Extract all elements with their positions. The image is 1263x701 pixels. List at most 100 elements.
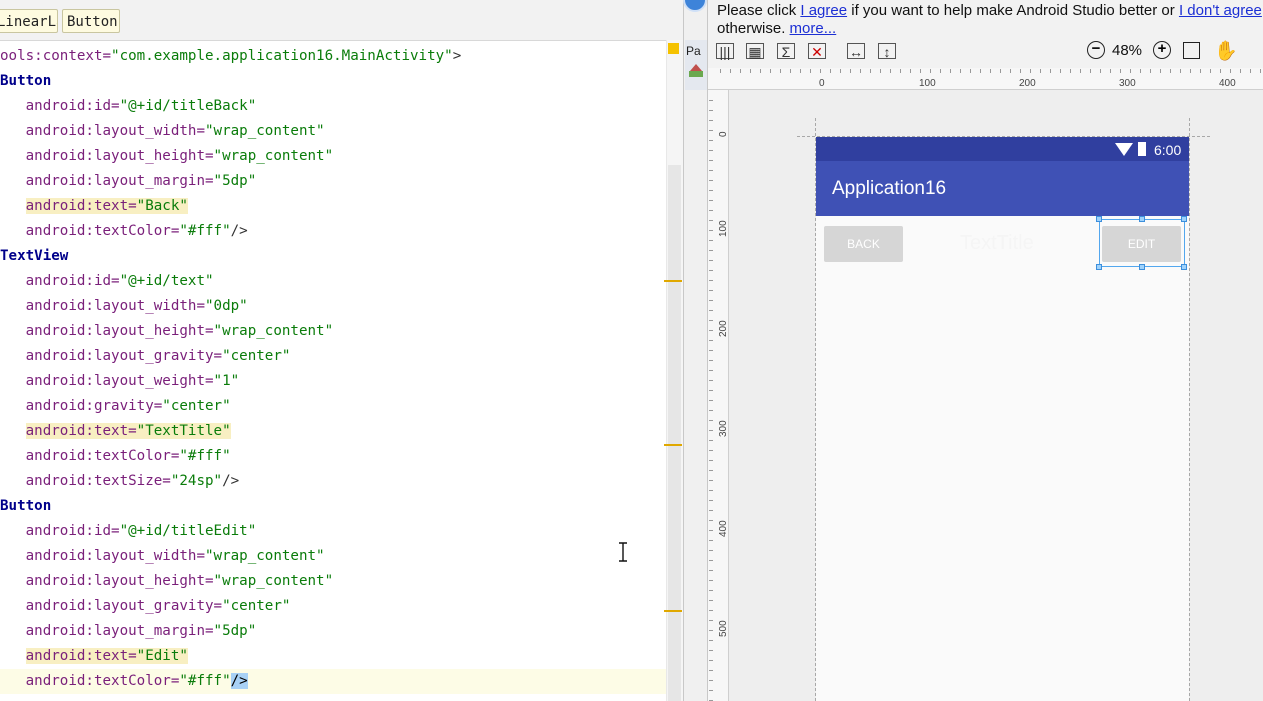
code-token: Button bbox=[0, 73, 52, 89]
ruler-tick bbox=[730, 69, 731, 73]
code-line[interactable]: ools:context="com.example.application16.… bbox=[0, 44, 666, 69]
code-line[interactable]: android:id="@+id/titleEdit" bbox=[0, 519, 666, 544]
ruler-tick bbox=[709, 130, 713, 131]
ruler-tick bbox=[760, 69, 761, 73]
ruler-tick bbox=[1020, 69, 1021, 73]
expand-horizontal-icon[interactable]: ↔ bbox=[847, 43, 865, 60]
code-area[interactable]: ools:context="com.example.application16.… bbox=[0, 44, 666, 694]
code-line[interactable]: android:layout_margin="5dp" bbox=[0, 619, 666, 644]
code-token: TextView bbox=[0, 248, 69, 264]
title-textview[interactable]: TextTitle bbox=[960, 232, 1034, 255]
resize-handle[interactable] bbox=[1096, 264, 1102, 270]
panel-splitter[interactable] bbox=[683, 0, 708, 701]
disagree-link[interactable]: I don't agree bbox=[1179, 2, 1262, 19]
pan-hand-icon[interactable]: ✋ bbox=[1214, 39, 1238, 63]
code-line[interactable]: android:layout_weight="1" bbox=[0, 369, 666, 394]
ruler-tick bbox=[990, 69, 991, 73]
ruler-tick bbox=[820, 69, 821, 73]
resize-handle[interactable] bbox=[1139, 216, 1145, 222]
warning-marker-icon[interactable] bbox=[668, 43, 679, 54]
ruler-top-label: 300 bbox=[1119, 78, 1136, 89]
code-line[interactable]: android:layout_height="wrap_content" bbox=[0, 569, 666, 594]
back-button[interactable]: BACK bbox=[824, 226, 903, 262]
code-line[interactable]: Button bbox=[0, 494, 666, 519]
code-line[interactable]: Button bbox=[0, 69, 666, 94]
code-token: android:textSize= bbox=[25, 473, 171, 489]
sigma-icon[interactable]: Σ bbox=[777, 43, 795, 60]
code-content: Button bbox=[0, 498, 51, 514]
agree-link[interactable]: I agree bbox=[800, 2, 847, 19]
code-line[interactable]: android:layout_gravity="center" bbox=[0, 344, 666, 369]
zoom-in-button[interactable]: + bbox=[1153, 41, 1171, 59]
layout-icon[interactable]: ▦ bbox=[746, 43, 764, 60]
breadcrumb-linearlayout[interactable]: LinearLayout bbox=[0, 9, 58, 33]
error-stripe-mark[interactable] bbox=[664, 444, 682, 446]
code-line[interactable]: android:layout_margin="5dp" bbox=[0, 169, 666, 194]
app-title: Application16 bbox=[832, 178, 947, 199]
expand-vertical-icon[interactable]: ↕ bbox=[878, 43, 896, 60]
ruler-tick bbox=[709, 120, 713, 121]
code-token: "@+id/titleEdit" bbox=[119, 523, 257, 539]
ruler-tick bbox=[709, 370, 713, 371]
code-token: "@+id/text" bbox=[119, 273, 214, 289]
ruler-tick bbox=[709, 410, 713, 411]
more-link[interactable]: more... bbox=[790, 20, 837, 37]
code-line[interactable]: android:textColor="#fff" bbox=[0, 444, 666, 469]
code-line[interactable]: android:layout_width="wrap_content" bbox=[0, 119, 666, 144]
error-icon[interactable]: ✕ bbox=[808, 43, 826, 60]
code-line[interactable]: android:text="Back" bbox=[0, 194, 666, 219]
code-line[interactable]: android:id="@+id/text" bbox=[0, 269, 666, 294]
ruler-tick bbox=[709, 450, 713, 451]
android-palette-icon[interactable] bbox=[688, 62, 704, 78]
code-line[interactable]: android:layout_height="wrap_content" bbox=[0, 319, 666, 344]
ruler-left-label: 200 bbox=[718, 320, 729, 337]
fit-screen-icon[interactable] bbox=[1183, 42, 1200, 59]
ruler-tick bbox=[1130, 69, 1131, 73]
ruler-tick bbox=[709, 550, 713, 551]
code-line[interactable]: android:layout_gravity="center" bbox=[0, 594, 666, 619]
code-highlight: android:text="TextTitle" bbox=[25, 423, 231, 439]
code-line[interactable]: android:textColor="#fff"/> bbox=[0, 669, 666, 694]
resize-handle[interactable] bbox=[1181, 264, 1187, 270]
notification-text-part: Please click bbox=[717, 2, 801, 19]
code-token: android:id= bbox=[25, 98, 120, 114]
code-token: "5dp" bbox=[213, 623, 257, 639]
code-line[interactable]: android:layout_height="wrap_content" bbox=[0, 144, 666, 169]
resize-handle[interactable] bbox=[1181, 216, 1187, 222]
wifi-icon bbox=[1115, 143, 1133, 156]
code-line[interactable]: android:text="Edit" bbox=[0, 644, 666, 669]
resize-handle[interactable] bbox=[1096, 216, 1102, 222]
resize-handle[interactable] bbox=[1139, 264, 1145, 270]
ruler-top-label: 0 bbox=[819, 78, 825, 89]
ruler-tick bbox=[709, 320, 713, 321]
ruler-tick bbox=[709, 540, 713, 541]
code-token: android:layout_height= bbox=[25, 148, 214, 164]
code-line[interactable]: android:id="@+id/titleBack" bbox=[0, 94, 666, 119]
palette-tab-label[interactable]: Pa bbox=[686, 44, 701, 58]
code-line[interactable]: android:layout_width="0dp" bbox=[0, 294, 666, 319]
code-token: "center" bbox=[162, 398, 231, 414]
zoom-out-button[interactable]: − bbox=[1087, 41, 1105, 59]
selection-box[interactable] bbox=[1099, 219, 1185, 267]
columns-icon[interactable]: ||| bbox=[716, 43, 734, 60]
guide-line-right bbox=[1189, 118, 1190, 701]
breadcrumb-bar: LinearLayout Button bbox=[0, 0, 683, 41]
error-stripe-mark[interactable] bbox=[664, 280, 682, 282]
code-line[interactable]: android:textColor="#fff"/> bbox=[0, 219, 666, 244]
code-line[interactable]: android:gravity="center" bbox=[0, 394, 666, 419]
code-line[interactable]: android:text="TextTitle" bbox=[0, 419, 666, 444]
error-stripe-mark[interactable] bbox=[664, 610, 682, 612]
xml-editor[interactable]: LinearLayout Button ools:context="com.ex… bbox=[0, 0, 683, 701]
editor-scrollbar-thumb[interactable] bbox=[668, 165, 681, 701]
ruler-tick bbox=[1200, 69, 1201, 73]
code-token: android:layout_width= bbox=[25, 123, 205, 139]
code-line[interactable]: TextView bbox=[0, 244, 666, 269]
ruler-tick bbox=[1060, 69, 1061, 73]
ruler-tick bbox=[709, 600, 713, 601]
ruler-tick bbox=[1240, 69, 1241, 73]
code-token: /> bbox=[230, 673, 248, 689]
code-line[interactable]: android:textSize="24sp"/> bbox=[0, 469, 666, 494]
breadcrumb-button[interactable]: Button bbox=[62, 9, 120, 33]
code-line[interactable]: android:layout_width="wrap_content" bbox=[0, 544, 666, 569]
zoom-level: 48% bbox=[1112, 42, 1143, 59]
